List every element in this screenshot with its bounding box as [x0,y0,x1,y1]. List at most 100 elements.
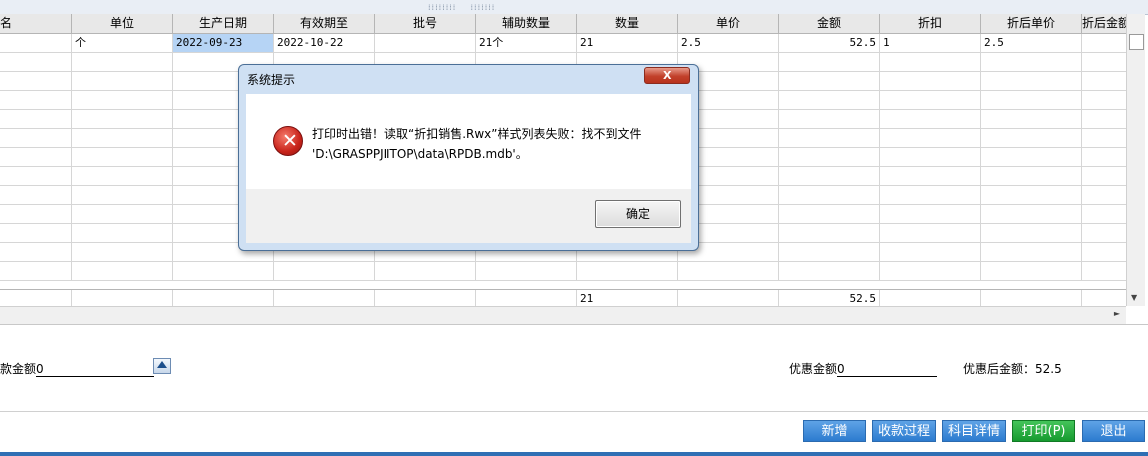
table-cell[interactable] [1082,167,1126,185]
table-cell[interactable] [1082,34,1126,52]
table-cell[interactable]: 21个 [476,34,577,52]
table-cell[interactable] [1082,205,1126,223]
table-cell[interactable] [779,167,880,185]
ok-button[interactable]: 确定 [595,200,681,228]
splitter-grip-icon[interactable]: ⁞⁞⁞⁞⁞⁞⁞⁞ ⁞⁞⁞⁞⁞⁞⁞ [428,3,495,12]
print-button[interactable]: 打印(P) [1012,420,1075,442]
table-cell[interactable]: 2022-10-22 [274,34,375,52]
expand-up-button[interactable] [153,358,171,374]
table-cell[interactable]: 2.5 [678,34,779,52]
table-cell[interactable] [981,205,1082,223]
table-cell[interactable] [0,262,72,280]
column-header[interactable]: 批号 [375,14,476,33]
table-cell[interactable] [779,243,880,261]
table-cell[interactable] [779,224,880,242]
table-row[interactable] [0,262,1126,281]
table-cell[interactable] [1082,243,1126,261]
table-cell[interactable] [0,110,72,128]
table-cell[interactable] [72,186,173,204]
table-cell[interactable] [476,262,577,280]
table-cell[interactable]: 52.5 [779,34,880,52]
table-cell[interactable] [779,186,880,204]
scroll-down-icon[interactable]: ▼ [1131,293,1137,302]
table-cell[interactable] [880,224,981,242]
table-cell[interactable] [0,129,72,147]
table-cell[interactable] [981,129,1082,147]
table-cell[interactable] [779,129,880,147]
account-detail-button[interactable]: 科目详情 [942,420,1006,442]
table-cell[interactable]: 1 [880,34,981,52]
column-header[interactable]: 有效期至 [274,14,375,33]
table-cell[interactable] [72,224,173,242]
table-cell[interactable] [0,91,72,109]
column-header[interactable]: 辅助数量 [476,14,577,33]
table-cell[interactable] [72,110,173,128]
table-cell[interactable] [1082,186,1126,204]
table-cell[interactable] [880,148,981,166]
table-cell[interactable] [981,167,1082,185]
column-header[interactable]: 生产日期 [173,14,274,33]
table-cell[interactable] [72,91,173,109]
table-cell[interactable] [0,72,72,90]
table-cell[interactable] [0,205,72,223]
table-cell[interactable] [880,91,981,109]
table-cell[interactable] [1082,53,1126,71]
table-cell[interactable] [72,148,173,166]
table-row[interactable]: 个 2022-09-23 2022-10-22 21个 21 2.5 52.5 1 2.5 [0,34,1126,53]
table-cell[interactable] [880,262,981,280]
table-cell[interactable] [1082,148,1126,166]
table-cell[interactable] [72,72,173,90]
table-cell[interactable] [981,262,1082,280]
table-cell[interactable] [779,262,880,280]
column-header[interactable]: 名 [0,14,72,33]
scroll-right-icon[interactable]: ► [1114,309,1120,318]
table-cell[interactable] [72,205,173,223]
column-header[interactable]: 折后金额 [1082,14,1126,33]
table-cell[interactable] [72,129,173,147]
table-cell[interactable] [0,34,72,52]
table-cell[interactable] [880,129,981,147]
table-cell[interactable] [0,167,72,185]
column-header[interactable]: 单位 [72,14,173,33]
table-cell[interactable] [880,110,981,128]
table-cell[interactable] [880,205,981,223]
column-header[interactable]: 折后单价 [981,14,1082,33]
table-cell[interactable] [981,148,1082,166]
table-cell[interactable] [981,110,1082,128]
table-cell[interactable] [1082,129,1126,147]
table-cell[interactable] [981,186,1082,204]
horizontal-scrollbar[interactable]: ► [0,306,1126,324]
table-cell[interactable] [779,72,880,90]
payment-process-button[interactable]: 收款过程 [872,420,936,442]
table-cell[interactable] [981,72,1082,90]
table-cell[interactable] [880,167,981,185]
table-cell[interactable] [1082,262,1126,280]
table-cell[interactable] [72,53,173,71]
table-cell[interactable] [1082,224,1126,242]
column-header[interactable]: 金额 [779,14,880,33]
exit-button[interactable]: 退出 [1082,420,1145,442]
table-cell[interactable] [880,186,981,204]
table-cell[interactable]: 2.5 [981,34,1082,52]
column-header[interactable]: 单价 [678,14,779,33]
table-cell[interactable] [577,262,678,280]
table-cell[interactable] [1082,110,1126,128]
table-cell[interactable] [274,262,375,280]
table-cell[interactable] [880,243,981,261]
table-cell[interactable]: 个 [72,34,173,52]
discount-amount-input[interactable]: 0 [837,362,938,377]
table-cell[interactable] [1082,91,1126,109]
table-cell[interactable] [72,243,173,261]
table-cell[interactable]: 21 [577,34,678,52]
payment-amount-input[interactable]: 0 [36,362,155,377]
table-cell[interactable] [0,243,72,261]
table-cell[interactable] [880,72,981,90]
table-cell[interactable] [173,262,274,280]
vertical-scrollbar[interactable]: ▼ [1126,14,1145,306]
table-cell[interactable] [0,224,72,242]
table-cell[interactable] [779,91,880,109]
table-cell[interactable] [981,53,1082,71]
table-cell[interactable] [981,224,1082,242]
table-cell[interactable] [880,53,981,71]
table-cell[interactable] [1082,72,1126,90]
